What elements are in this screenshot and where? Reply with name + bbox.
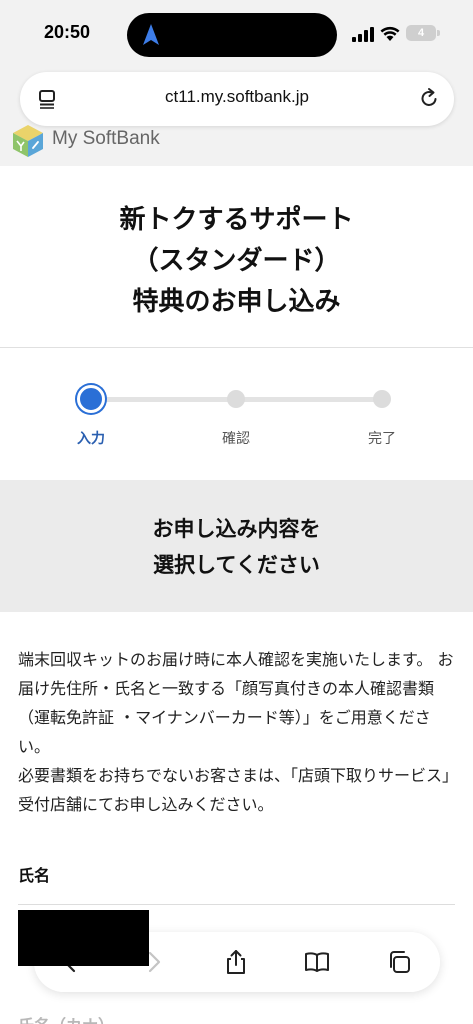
- section-heading-line: 選択してください: [153, 553, 320, 577]
- book-icon: [305, 952, 329, 972]
- section-heading-line: お申し込み内容を: [152, 517, 321, 541]
- dynamic-island: [127, 13, 337, 57]
- share-icon: [227, 950, 245, 974]
- brand-name: My SoftBank: [52, 128, 160, 149]
- progress-stepper: 入力 確認 完了: [0, 349, 473, 480]
- reload-icon[interactable]: [418, 87, 440, 109]
- notice-paragraph: 端末回収キットのお届け時に本人確認を実施いたします。 お届け先住所・氏名と一致す…: [18, 650, 454, 756]
- bookmarks-button[interactable]: [302, 947, 332, 977]
- page-title-line: （スタンダード）: [132, 246, 341, 276]
- battery-level: 4: [417, 27, 425, 39]
- name-field-label: 氏名: [18, 866, 51, 885]
- wifi-icon: [380, 26, 400, 41]
- share-button[interactable]: [221, 947, 251, 977]
- notice-text: 端末回収キットのお届け時に本人確認を実施いたします。 お届け先住所・氏名と一致す…: [18, 645, 458, 819]
- battery-icon: 4: [406, 25, 436, 41]
- battery-cap: [437, 30, 440, 36]
- section-heading: お申し込み内容を 選択してください: [0, 511, 473, 583]
- cellular-signal-icon: [352, 27, 374, 42]
- title-section: 新トクするサポート （スタンダード） 特典のお申し込み: [0, 166, 473, 348]
- page-menu-icon[interactable]: [38, 89, 58, 109]
- instruction-band: お申し込み内容を 選択してください: [0, 480, 473, 612]
- softbank-logo-icon: [13, 125, 43, 157]
- step-label-complete: 完了: [368, 431, 396, 447]
- status-bar: 20:50 4: [0, 0, 473, 66]
- step-label-input: 入力: [77, 431, 105, 447]
- step-label-confirm: 確認: [222, 431, 250, 447]
- notice-paragraph: 必要書類をお持ちでないお客さまは、「店頭下取りサービス」受付店舗にてお申し込みく…: [18, 766, 459, 814]
- address-bar[interactable]: ct11.my.softbank.jp: [20, 72, 454, 126]
- field-divider: [18, 904, 455, 905]
- step-dot-confirm: [227, 390, 245, 408]
- navigation-arrow-icon: [143, 24, 159, 45]
- status-time: 20:50: [44, 22, 91, 42]
- page-title: 新トクするサポート （スタンダード） 特典のお申し込み: [0, 200, 473, 323]
- step-dot-complete: [373, 390, 391, 408]
- browser-header: ct11.my.softbank.jp My SoftBank: [0, 66, 473, 166]
- page-title-line: 新トクするサポート: [119, 205, 354, 235]
- tabs-icon: [390, 951, 410, 973]
- kana-field-label: 氏名（カナ）: [18, 1012, 114, 1024]
- step-dot-input: [77, 385, 105, 413]
- url-text[interactable]: ct11.my.softbank.jp: [80, 87, 394, 107]
- page-title-line: 特典のお申し込み: [132, 287, 341, 317]
- tabs-button[interactable]: [384, 947, 414, 977]
- redacted-name-value: [18, 910, 149, 966]
